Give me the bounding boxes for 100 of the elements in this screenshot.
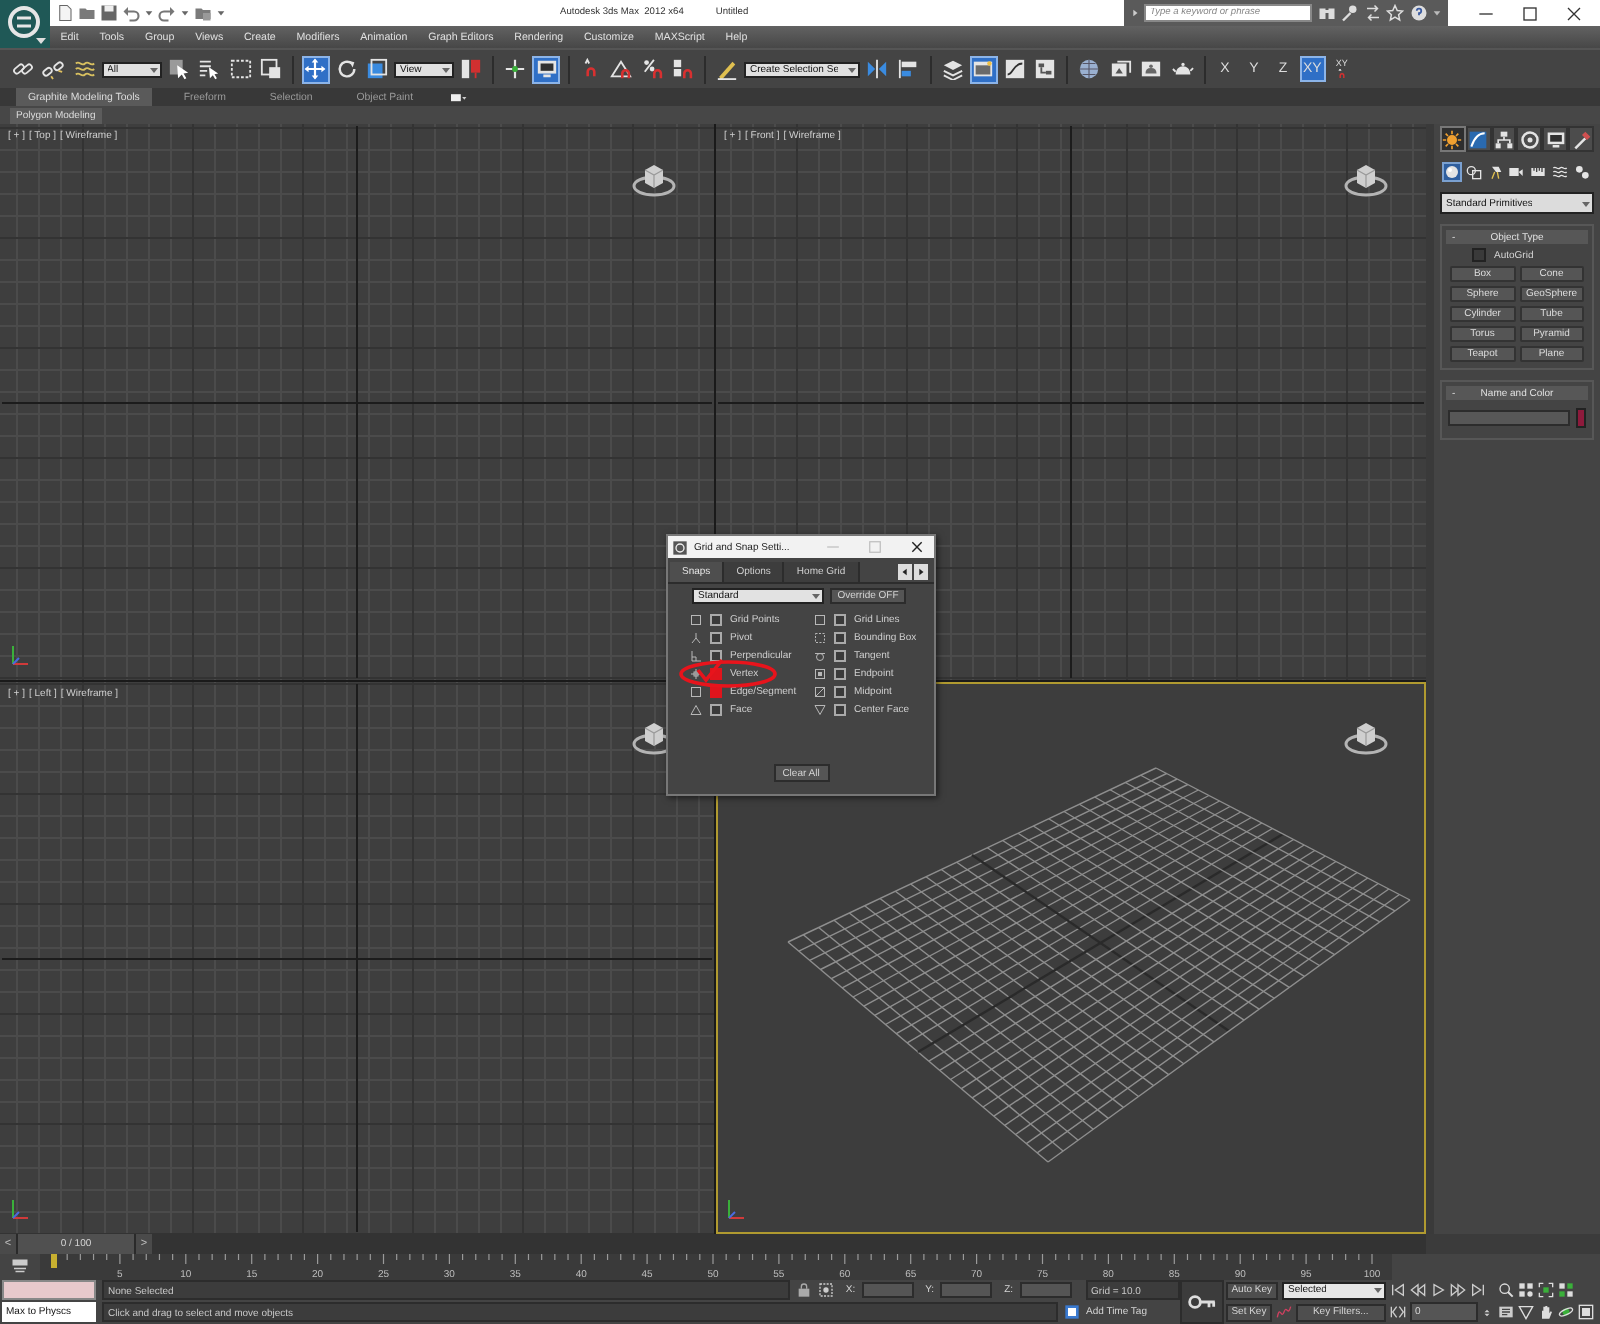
rectangle-caret-icon[interactable]: [445, 90, 470, 104]
shortcut-button[interactable]: [532, 55, 560, 83]
helpers-category-button[interactable]: [1528, 162, 1549, 182]
hand-icon[interactable]: [1537, 1304, 1554, 1320]
listener-input-field[interactable]: [2, 1280, 96, 1300]
checkbox[interactable]: [710, 614, 722, 626]
checkbox[interactable]: [710, 704, 722, 716]
color-swatch[interactable]: [1576, 408, 1586, 428]
ribbon-button[interactable]: [969, 55, 997, 83]
monitor-icon: [535, 58, 557, 80]
space-warps-category-button[interactable]: [1550, 162, 1571, 182]
display-panel-tab[interactable]: [1542, 126, 1569, 152]
cameras-category-button[interactable]: [1506, 162, 1527, 182]
systems-category-button[interactable]: [1571, 162, 1592, 182]
annotation-ellipse: [679, 660, 777, 688]
checkbox[interactable]: [834, 650, 846, 662]
angle-snap-button[interactable]: [607, 55, 635, 83]
square-outline-icon: [690, 614, 702, 626]
crossing-button[interactable]: [257, 55, 285, 83]
scroll-left-button[interactable]: [898, 564, 912, 580]
pivot-button[interactable]: [457, 55, 485, 83]
geometry-category-button[interactable]: [1442, 162, 1462, 182]
folder-stack-icon[interactable]: [194, 4, 212, 22]
mirror-icon: [866, 58, 888, 80]
motion-panel-tab[interactable]: [1516, 126, 1543, 152]
checkbox[interactable]: [834, 668, 846, 680]
right-triangle-icon[interactable]: [1129, 4, 1139, 22]
checkbox[interactable]: [1472, 248, 1486, 262]
bar-lines-icon[interactable]: [8, 1258, 32, 1276]
scroll-right-button[interactable]: [914, 564, 928, 580]
wrench-icon[interactable]: [1340, 4, 1358, 22]
checkbox[interactable]: [834, 686, 846, 698]
nested-squares-icon[interactable]: [1577, 1304, 1594, 1320]
coordinate-field[interactable]: [861, 1282, 914, 1298]
swap-arrows-icon[interactable]: [1363, 4, 1381, 22]
document-icon[interactable]: [56, 4, 74, 22]
curve-editor-button[interactable]: [1000, 55, 1028, 83]
checkbox[interactable]: [710, 632, 722, 644]
checkbox[interactable]: [834, 632, 846, 644]
checkbox[interactable]: [834, 704, 846, 716]
region-button[interactable]: [226, 55, 254, 83]
play-icon[interactable]: [1429, 1282, 1446, 1298]
folder-icon[interactable]: [78, 4, 96, 22]
select-by-name-button[interactable]: [195, 55, 223, 83]
utilities-panel-tab[interactable]: [1568, 126, 1594, 152]
move-icon: [304, 58, 326, 80]
triangle-outline-icon[interactable]: [1517, 1304, 1534, 1320]
redo-icon[interactable]: [158, 4, 176, 22]
help-icon[interactable]: [1409, 4, 1427, 22]
dotted-square-icon[interactable]: [817, 1282, 834, 1298]
bracket-lines-icon[interactable]: [1389, 1304, 1406, 1320]
coordinate-field[interactable]: [940, 1282, 993, 1298]
layers-button[interactable]: [938, 55, 966, 83]
viewcube-icon[interactable]: [1344, 720, 1388, 756]
hammer-icon: [1571, 129, 1592, 149]
shapes-category-button[interactable]: [1463, 162, 1484, 182]
schematic-button[interactable]: [1031, 55, 1059, 83]
hierarchy-icon: [1494, 129, 1515, 149]
pencil-icon: [716, 58, 738, 80]
create-panel-tab[interactable]: [1440, 126, 1466, 152]
current-frame-marker[interactable]: [51, 1254, 57, 1268]
perspective-viewport[interactable]: [716, 682, 1426, 1234]
select-button[interactable]: [164, 55, 192, 83]
square-tile-icon[interactable]: [1064, 1304, 1080, 1320]
magnifier-icon[interactable]: [1497, 1282, 1514, 1298]
unlink-button[interactable]: [39, 55, 67, 83]
lock-icon[interactable]: [795, 1282, 812, 1298]
app-logo-icon[interactable]: [0, 0, 50, 48]
undo-icon[interactable]: [122, 4, 140, 22]
squares-dot-icon[interactable]: [1517, 1282, 1534, 1298]
checkbox[interactable]: [834, 614, 846, 626]
material-button[interactable]: [1075, 55, 1103, 83]
percent-snap-button[interactable]: [638, 55, 666, 83]
star-icon[interactable]: [1386, 4, 1404, 22]
ringed-sphere-icon[interactable]: [1557, 1304, 1574, 1320]
hierarchy-panel-tab[interactable]: [1491, 126, 1517, 152]
modify-panel-tab[interactable]: [1465, 126, 1492, 152]
binoculars-icon[interactable]: [1317, 4, 1335, 22]
viewcube-icon[interactable]: [632, 162, 676, 198]
move-button[interactable]: [301, 55, 329, 83]
skip-to-end-icon[interactable]: [1469, 1282, 1486, 1298]
fast-forward-icon[interactable]: [1449, 1282, 1466, 1298]
mirror-button[interactable]: [863, 55, 891, 83]
square-outline-icon: [814, 614, 826, 626]
sphere-icon: [1444, 164, 1460, 180]
rewind-icon[interactable]: [1409, 1282, 1426, 1298]
bracketed-square-icon[interactable]: [1537, 1282, 1554, 1298]
checker-squares-icon[interactable]: [1557, 1282, 1574, 1298]
list-panel-icon[interactable]: [1497, 1304, 1514, 1320]
align-button[interactable]: [894, 55, 922, 83]
monitor-icon: [1545, 129, 1566, 149]
scale-button[interactable]: [363, 55, 391, 83]
spinner-snap-button[interactable]: [669, 55, 697, 83]
coordinate-field[interactable]: [1019, 1282, 1072, 1298]
viewcube-icon[interactable]: [1344, 162, 1388, 198]
name-field[interactable]: [1448, 410, 1570, 426]
skip-to-start-icon[interactable]: [1389, 1282, 1406, 1298]
squares-magnet-icon: [672, 58, 694, 80]
checkbox[interactable]: [710, 650, 722, 662]
manipulate-button[interactable]: [501, 55, 529, 83]
